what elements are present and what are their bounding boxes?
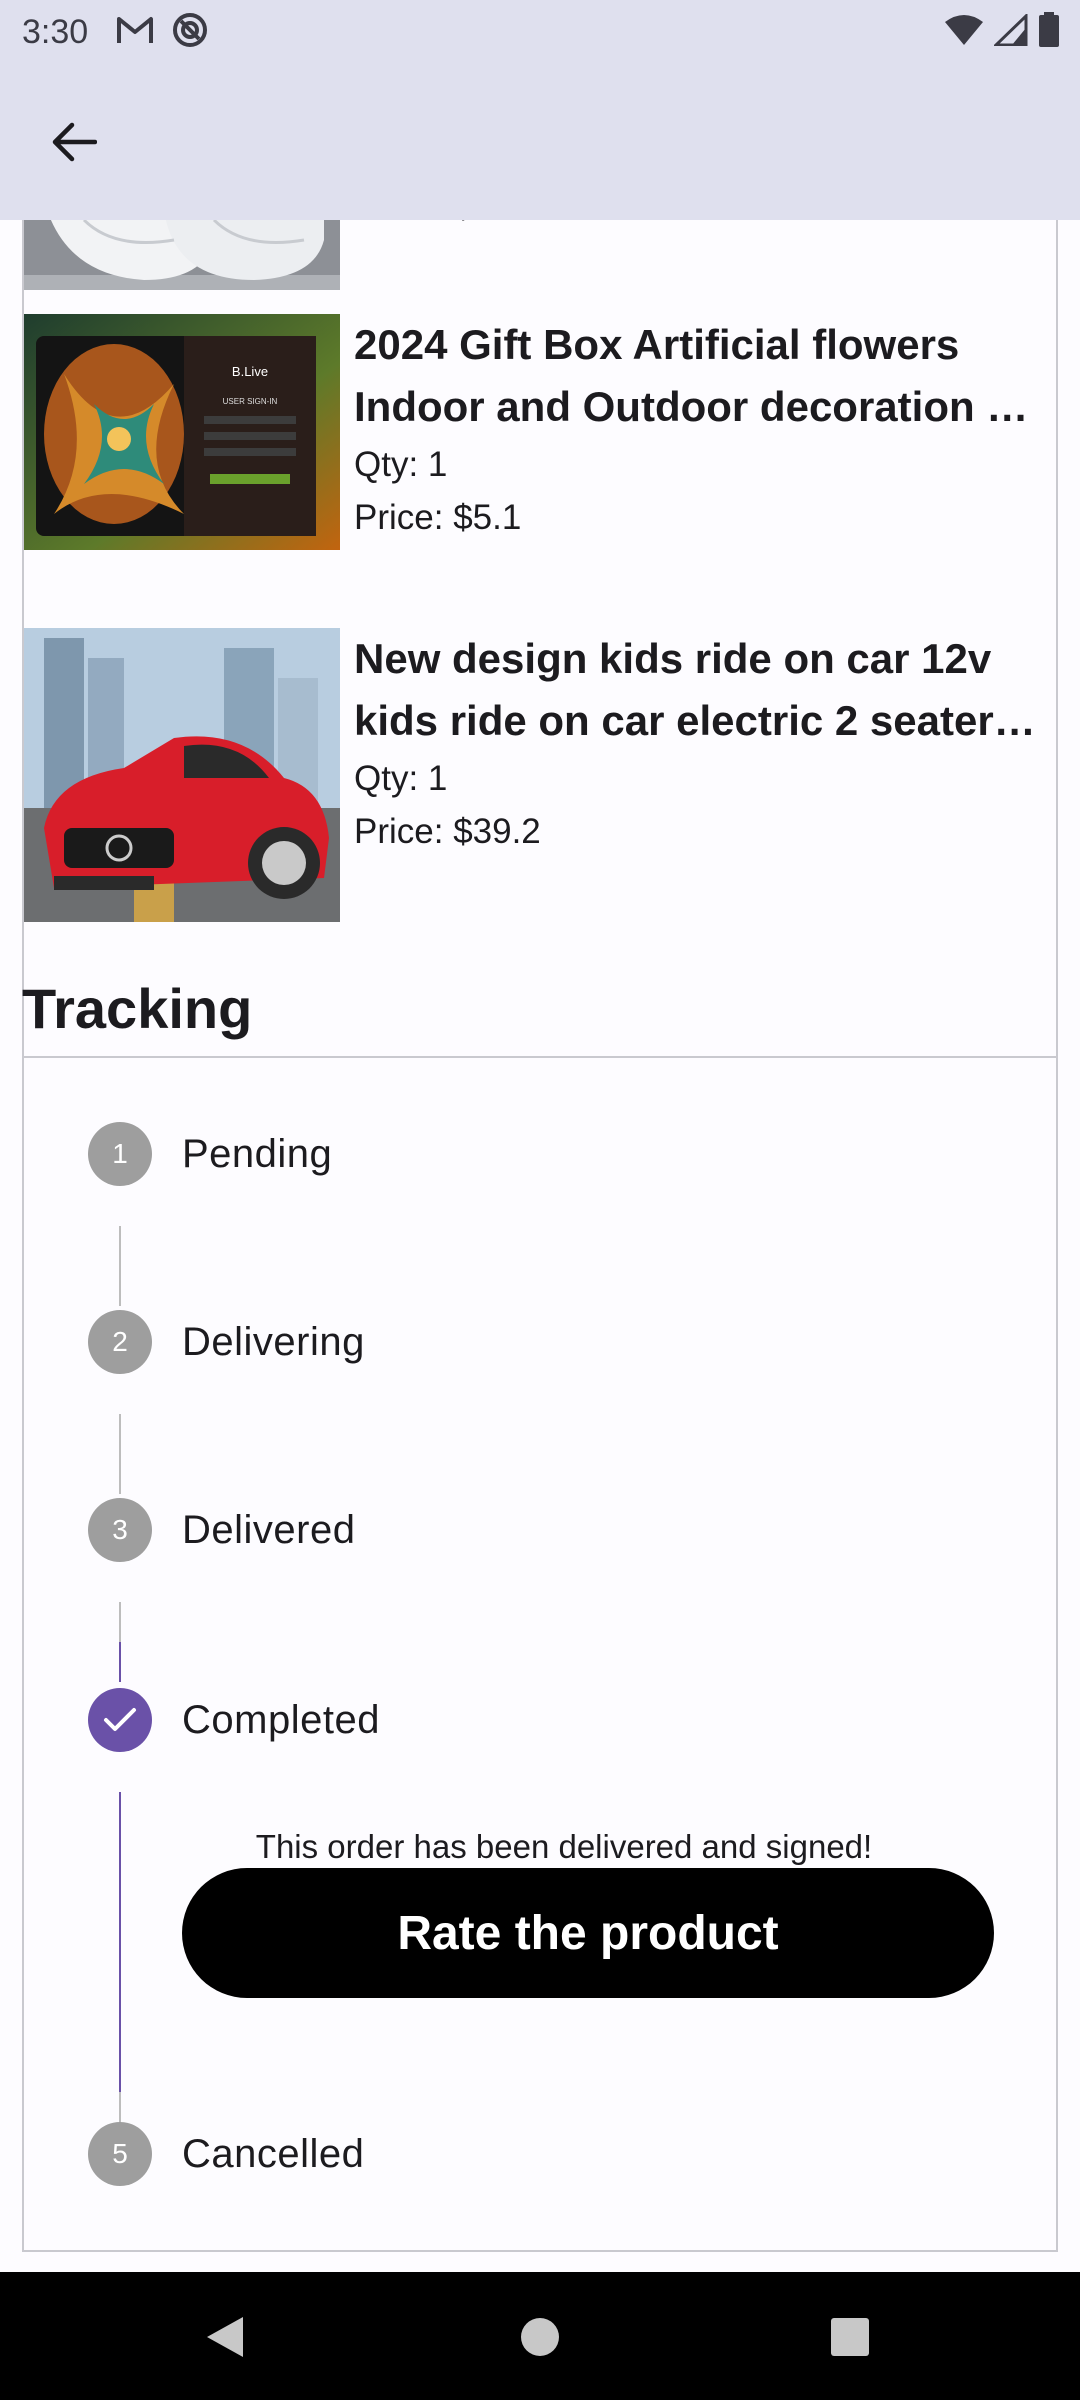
step-number: 3 (88, 1498, 152, 1562)
item-title-line2: Indoor and Outdoor decoration … (354, 383, 1029, 430)
step-pending[interactable]: 1 Pending (88, 1122, 332, 1186)
battery-icon (1038, 11, 1060, 53)
step-connector-active (119, 1642, 121, 1682)
system-nav-bar (0, 2272, 1080, 2400)
step-label: Pending (182, 1131, 333, 1176)
step-connector (119, 1602, 121, 1642)
red-kids-car-image (24, 628, 340, 922)
item-price: Price: $39.2 (354, 812, 541, 851)
back-button[interactable] (32, 102, 116, 186)
item-title: New design kids ride on car 12v (354, 635, 992, 682)
cell-signal-icon (992, 11, 1028, 51)
step-delivering[interactable]: 2 Delivering (88, 1310, 365, 1374)
step-connector (119, 1414, 121, 1494)
nav-back-icon[interactable] (190, 2302, 260, 2372)
status-bar: 3:30 (0, 0, 1080, 64)
step-number: 5 (88, 2122, 152, 2186)
rate-product-button[interactable]: Rate the product (182, 1868, 994, 1998)
item-qty: Qty: 1 (354, 445, 448, 484)
svg-text:B.Live: B.Live (232, 364, 268, 379)
step-label: Cancelled (182, 2131, 365, 2176)
order-detail-content: Price: $2.0 (0, 220, 1080, 2272)
svg-text:USER SIGN-IN: USER SIGN-IN (223, 397, 278, 406)
step-label: Completed (182, 1697, 380, 1742)
gmail-icon (116, 15, 154, 50)
artificial-flowers-image: B.Live USER SIGN-IN (24, 314, 340, 550)
step-label: Delivering (182, 1319, 365, 1364)
step-number: 1 (88, 1122, 152, 1186)
screen: { "status_bar": { "time": "3:30", "left_… (0, 0, 1080, 2400)
item-title: 2024 Gift Box Artificial flowers (354, 321, 960, 368)
item-price: Price: $5.1 (354, 498, 522, 537)
item-title-line2: kids ride on car electric 2 seater… (354, 697, 1036, 744)
order-item[interactable]: B.Live USER SIGN-IN 2024 Gift Box Artifi… (24, 314, 1058, 558)
tracking-card: 1 Pending 2 Delivering 3 Delivered Compl… (22, 1056, 1058, 2252)
arrow-back-icon (51, 122, 98, 167)
step-connector (119, 1226, 121, 1306)
item-qty: Qty: 1 (354, 759, 448, 798)
wifi-icon (944, 14, 984, 51)
status-time: 3:30 (22, 12, 89, 51)
completed-message: This order has been delivered and signed… (255, 1828, 873, 1865)
step-cancelled[interactable]: 5 Cancelled (88, 2122, 364, 2186)
tracking-title: Tracking (22, 977, 253, 1040)
order-item[interactable]: New design kids ride on car 12v kids rid… (24, 628, 1058, 922)
step-connector-active (119, 1792, 121, 2092)
white-shoes-image (24, 220, 340, 290)
step-completed[interactable]: Completed (88, 1688, 380, 1752)
item-price: Price: $2.0 (354, 220, 1054, 233)
order-item[interactable]: Price: $2.0 (24, 220, 1058, 300)
nav-recents-icon[interactable] (815, 2302, 885, 2372)
step-number: 2 (88, 1310, 152, 1374)
step-delivered[interactable]: 3 Delivered (88, 1498, 355, 1562)
do-not-disturb-icon (172, 12, 208, 53)
app-bar (0, 64, 1080, 220)
check-icon (88, 1688, 152, 1752)
nav-home-icon[interactable] (505, 2302, 575, 2372)
step-label: Delivered (182, 1507, 356, 1552)
